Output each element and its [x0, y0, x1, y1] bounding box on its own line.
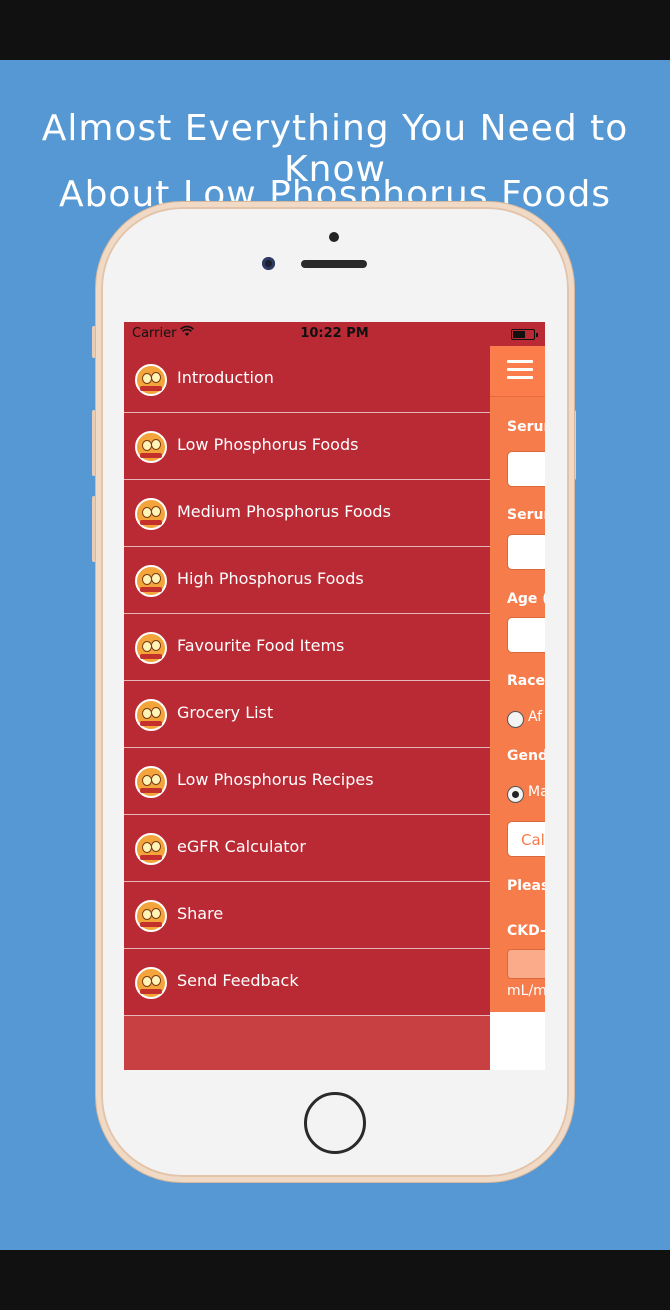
- race-option-label: Af: [528, 709, 543, 725]
- gender-option-label: Ma: [528, 784, 545, 800]
- menu-item-favourite-food-items[interactable]: Favourite Food Items: [124, 614, 490, 681]
- menu-item-high-phosphorus-foods[interactable]: High Phosphorus Foods: [124, 547, 490, 614]
- menu-item-label: Favourite Food Items: [177, 636, 345, 655]
- menu-item-low-phosphorus-recipes[interactable]: Low Phosphorus Recipes: [124, 748, 490, 815]
- menu-item-low-phosphorus-foods[interactable]: Low Phosphorus Foods: [124, 413, 490, 480]
- egfr-calculator-panel: Serur Serur Age ( Race Af Gend Ma Cal Pl…: [490, 346, 545, 1070]
- gender-label: Gend: [507, 748, 545, 764]
- app-logo-icon: [135, 699, 167, 731]
- panel-footer: [490, 1012, 545, 1070]
- app-logo-icon: [135, 364, 167, 396]
- menu-item-label: Low Phosphorus Recipes: [177, 770, 374, 789]
- front-camera: [262, 257, 275, 270]
- serum-label-2: Serur: [507, 507, 545, 523]
- menu-item-label: eGFR Calculator: [177, 837, 306, 856]
- app-logo-icon: [135, 900, 167, 932]
- ckd-label: CKD-: [507, 923, 545, 939]
- app-logo-icon: [135, 431, 167, 463]
- home-button[interactable]: [304, 1092, 366, 1154]
- calculator-form: Serur Serur Age ( Race Af Gend Ma Cal Pl…: [490, 396, 545, 1012]
- bottom-black-bar: [0, 1250, 670, 1310]
- menu-item-label: Send Feedback: [177, 971, 299, 990]
- ckd-result-field: [507, 949, 545, 979]
- race-radio[interactable]: [507, 711, 524, 728]
- serum-input-1[interactable]: [507, 451, 545, 487]
- app-logo-icon: [135, 498, 167, 530]
- hamburger-menu-icon[interactable]: [507, 360, 533, 380]
- menu-item-grocery-list[interactable]: Grocery List: [124, 681, 490, 748]
- side-menu: Introduction Low Phosphorus Foods Medium…: [124, 346, 490, 1070]
- menu-item-send-feedback[interactable]: Send Feedback: [124, 949, 490, 1016]
- proximity-sensor: [329, 232, 339, 242]
- menu-item-label: Introduction: [177, 368, 274, 387]
- app-logo-icon: [135, 967, 167, 999]
- race-label: Race: [507, 673, 545, 689]
- serum-label-1: Serur: [507, 419, 545, 435]
- menu-item-label: Grocery List: [177, 703, 274, 722]
- status-time: 10:22 PM: [300, 326, 369, 341]
- earpiece-speaker: [301, 260, 367, 268]
- menu-item-label: High Phosphorus Foods: [177, 569, 364, 588]
- app-logo-icon: [135, 833, 167, 865]
- menu-item-introduction[interactable]: Introduction: [124, 346, 490, 413]
- please-text: Pleas: [507, 878, 545, 894]
- status-bar: Carrier 10:22 PM: [124, 322, 545, 346]
- top-black-bar: [0, 0, 670, 60]
- menu-item-label: Share: [177, 904, 224, 923]
- unit-text: mL/m: [507, 983, 545, 999]
- menu-item-label: Medium Phosphorus Foods: [177, 502, 391, 521]
- gender-radio[interactable]: [507, 786, 524, 803]
- app-logo-icon: [135, 632, 167, 664]
- menu-item-medium-phosphorus-foods[interactable]: Medium Phosphorus Foods: [124, 480, 490, 547]
- calculate-button[interactable]: Cal: [507, 821, 545, 857]
- app-logo-icon: [135, 766, 167, 798]
- app-logo-icon: [135, 565, 167, 597]
- age-input[interactable]: [507, 617, 545, 653]
- phone-screen: Carrier 10:22 PM Introduction Low Phosph…: [124, 322, 545, 1070]
- menu-item-label: Low Phosphorus Foods: [177, 435, 359, 454]
- menu-footer: [124, 1016, 490, 1070]
- age-label: Age (: [507, 591, 545, 607]
- battery-icon: [511, 329, 538, 340]
- panel-nav-bar: [490, 346, 545, 396]
- menu-item-egfr-calculator[interactable]: eGFR Calculator: [124, 815, 490, 882]
- menu-item-share[interactable]: Share: [124, 882, 490, 949]
- serum-input-2[interactable]: [507, 534, 545, 570]
